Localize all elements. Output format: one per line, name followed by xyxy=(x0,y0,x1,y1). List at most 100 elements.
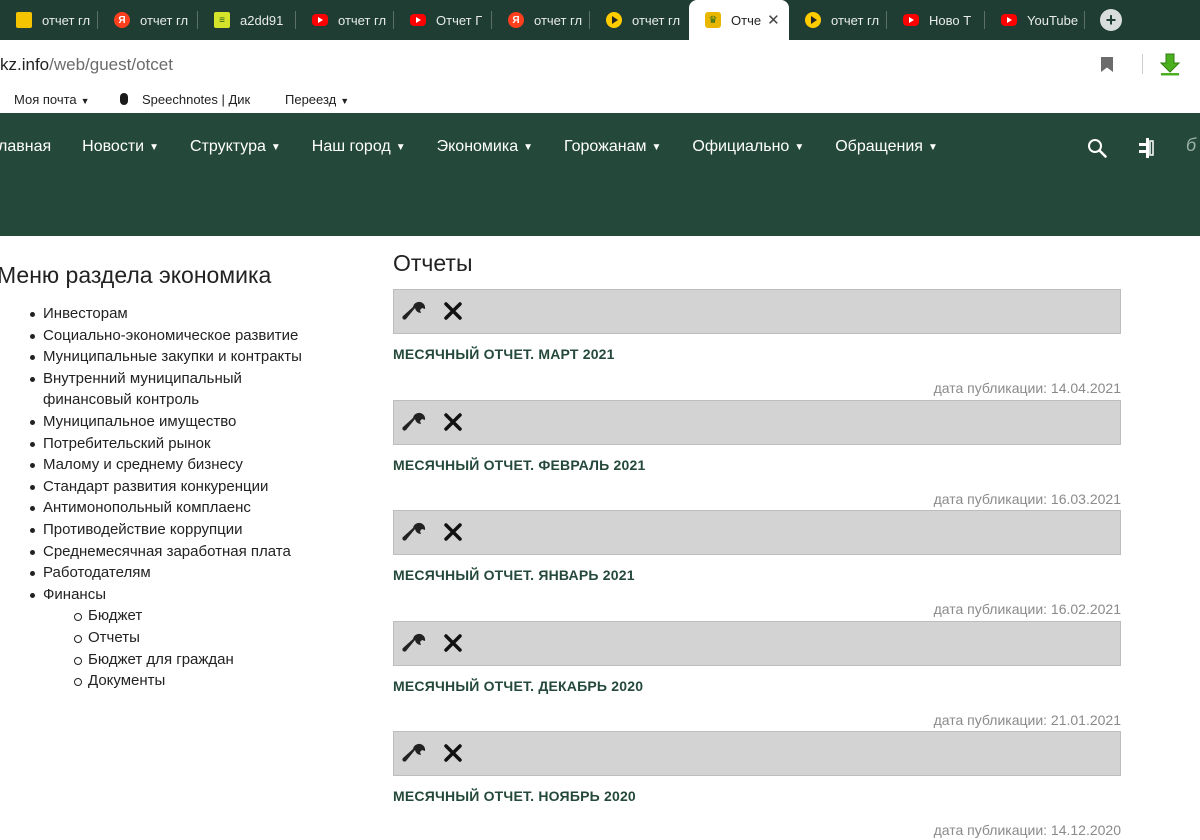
menu-item-finance[interactable]: Финансы xyxy=(0,584,360,606)
nav-item-home[interactable]: лавная xyxy=(0,138,51,156)
play-icon xyxy=(805,12,821,28)
microphone-icon xyxy=(120,93,128,105)
url-field[interactable]: kz.info/web/guest/otcet xyxy=(0,55,173,75)
nav-item-appeals[interactable]: Обращения ▼ xyxy=(835,138,938,156)
address-bar: kz.info/web/guest/otcet xyxy=(0,40,1200,88)
report-toolbar xyxy=(393,621,1121,666)
caret-down-icon: ▼ xyxy=(927,141,938,153)
partial-icon[interactable]: б xyxy=(1186,135,1196,156)
nav-item-structure[interactable]: Структура ▼ xyxy=(190,138,281,156)
section-menu: Меню раздела экономика Инвесторам Социал… xyxy=(0,262,380,689)
browser-tab[interactable]: отчет гл xyxy=(789,0,887,40)
delete-x-icon[interactable] xyxy=(443,412,463,432)
caret-down-icon: ▼ xyxy=(651,141,662,153)
menu-subitem-reports[interactable]: Отчеты xyxy=(0,627,360,649)
menu-subitem-budget[interactable]: Бюджет xyxy=(0,605,360,627)
youtube-icon xyxy=(312,14,328,26)
browser-tab-strip: отчет гл Я отчет гл ≡ a2dd91 отчет гл От… xyxy=(0,0,1200,40)
report-toolbar xyxy=(393,731,1121,776)
wrench-icon[interactable] xyxy=(401,742,427,766)
menu-item-consumer-market[interactable]: Потребительский рынок xyxy=(0,433,360,455)
publication-date: дата публикации: 14.04.2021 xyxy=(933,380,1121,396)
youtube-icon xyxy=(903,14,919,26)
bookmark-pereezd[interactable]: Переезд ▼ xyxy=(285,92,349,107)
wrench-icon[interactable] xyxy=(401,632,427,656)
report-title-link[interactable]: МЕСЯЧНЫЙ ОТЧЕТ. ДЕКАБРЬ 2020 xyxy=(393,678,643,694)
report-title-link[interactable]: МЕСЯЧНЫЙ ОТЧЕТ. ФЕВРАЛЬ 2021 xyxy=(393,457,645,473)
section-menu-title: Меню раздела экономика xyxy=(0,262,272,288)
yellow-image-icon xyxy=(16,12,32,28)
menu-item-investors[interactable]: Инвесторам xyxy=(0,303,360,325)
nav-item-official[interactable]: Официально ▼ xyxy=(692,138,804,156)
caret-down-icon: ▼ xyxy=(794,141,805,153)
menu-item-small-business[interactable]: Малому и среднему бизнесу xyxy=(0,454,360,476)
nav-item-city[interactable]: Наш город ▼ xyxy=(312,138,406,156)
menu-item-socio-economic[interactable]: Социально-экономическое развитие xyxy=(0,325,360,347)
menu-item-competition[interactable]: Стандарт развития конкуренции xyxy=(0,476,360,498)
wrench-icon[interactable] xyxy=(401,300,427,324)
menu-item-salary[interactable]: Среднемесячная заработная плата xyxy=(0,541,360,563)
accessibility-icon[interactable] xyxy=(1137,137,1155,159)
menu-item-financial-control-cont[interactable]: финансовый контроль xyxy=(0,389,360,411)
nav-item-economy[interactable]: Экономика ▼ xyxy=(437,138,533,156)
caret-down-icon: ▼ xyxy=(340,96,350,106)
browser-tab[interactable]: отчет гл xyxy=(0,0,98,40)
url-path: /web/guest/otcet xyxy=(49,55,173,74)
youtube-icon xyxy=(410,14,426,26)
browser-tab[interactable]: ≡ a2dd91 xyxy=(198,0,296,40)
delete-x-icon[interactable] xyxy=(443,743,463,763)
wrench-icon[interactable] xyxy=(401,521,427,545)
delete-x-icon[interactable] xyxy=(443,301,463,321)
caret-down-icon: ▼ xyxy=(395,141,406,153)
caret-down-icon: ▼ xyxy=(149,141,159,153)
menu-item-procurement[interactable]: Муниципальные закупки и контракты xyxy=(0,346,360,368)
report-title-link[interactable]: МЕСЯЧНЫЙ ОТЧЕТ. МАРТ 2021 xyxy=(393,346,615,362)
youtube-icon xyxy=(1001,14,1017,26)
wrench-icon[interactable] xyxy=(401,411,427,435)
browser-tab-active[interactable]: ♛ Отче ✕ xyxy=(689,0,789,40)
menu-item-anticorruption[interactable]: Противодействие коррупции xyxy=(0,519,360,541)
main-nav: лавная Новости ▼ Структура ▼ Наш город ▼ Эк… xyxy=(0,113,969,181)
search-icon[interactable] xyxy=(1087,138,1107,158)
page-title: Отчеты xyxy=(393,250,473,276)
publication-date: дата публикации: 21.01.2021 xyxy=(933,712,1121,728)
browser-tab[interactable]: Ново Т xyxy=(887,0,985,40)
bookmark-icon[interactable] xyxy=(1101,57,1113,72)
menu-subitem-documents[interactable]: Документы xyxy=(0,670,360,692)
city-crest-icon: ♛ xyxy=(705,12,721,28)
publication-date: дата публикации: 16.02.2021 xyxy=(933,601,1121,617)
report-toolbar xyxy=(393,510,1121,555)
menu-subitem-citizen-budget[interactable]: Бюджет для граждан xyxy=(0,649,360,671)
browser-tab[interactable]: отчет гл xyxy=(590,0,688,40)
publication-date: дата публикации: 14.12.2020 xyxy=(933,822,1121,838)
site-header: лавная Новости ▼ Структура ▼ Наш город ▼ Эк… xyxy=(0,113,1200,236)
browser-tab[interactable]: Отчет Г xyxy=(394,0,492,40)
menu-item-employers[interactable]: Работодателям xyxy=(0,562,360,584)
section-menu-list: Инвесторам Социально-экономическое разви… xyxy=(0,303,360,692)
nav-item-citizens[interactable]: Горожанам ▼ xyxy=(564,138,661,156)
report-title-link[interactable]: МЕСЯЧНЫЙ ОТЧЕТ. ЯНВАРЬ 2021 xyxy=(393,567,635,583)
menu-item-antimonopoly[interactable]: Антимонопольный комплаенс xyxy=(0,497,360,519)
download-arrow-icon[interactable] xyxy=(1158,52,1182,76)
report-toolbar xyxy=(393,289,1121,334)
url-host: kz.info xyxy=(0,55,50,74)
bookmark-speechnotes[interactable]: Speechnotes | Дик xyxy=(120,92,250,107)
caret-down-icon: ▼ xyxy=(80,96,90,106)
browser-tab[interactable]: отчет гл xyxy=(296,0,394,40)
yandex-icon: Я xyxy=(508,12,524,28)
caret-down-icon: ▼ xyxy=(523,141,534,153)
yandex-icon: Я xyxy=(114,12,130,28)
new-tab-plus-icon[interactable]: + xyxy=(1100,9,1122,31)
menu-item-property[interactable]: Муниципальное имущество xyxy=(0,411,360,433)
delete-x-icon[interactable] xyxy=(443,522,463,542)
menu-item-financial-control[interactable]: Внутренний муниципальный xyxy=(0,368,360,390)
delete-x-icon[interactable] xyxy=(443,633,463,653)
bookmark-mail[interactable]: Моя почта ▼ xyxy=(14,92,90,107)
browser-tab[interactable]: YouTube xyxy=(985,0,1085,40)
report-title-link[interactable]: МЕСЯЧНЫЙ ОТЧЕТ. НОЯБРЬ 2020 xyxy=(393,788,636,804)
nav-item-news[interactable]: Новости ▼ xyxy=(82,138,159,156)
close-tab-icon[interactable]: ✕ xyxy=(767,11,780,29)
play-icon xyxy=(606,12,622,28)
browser-tab[interactable]: Я отчет гл xyxy=(98,0,198,40)
browser-tab[interactable]: Я отчет гл xyxy=(492,0,590,40)
